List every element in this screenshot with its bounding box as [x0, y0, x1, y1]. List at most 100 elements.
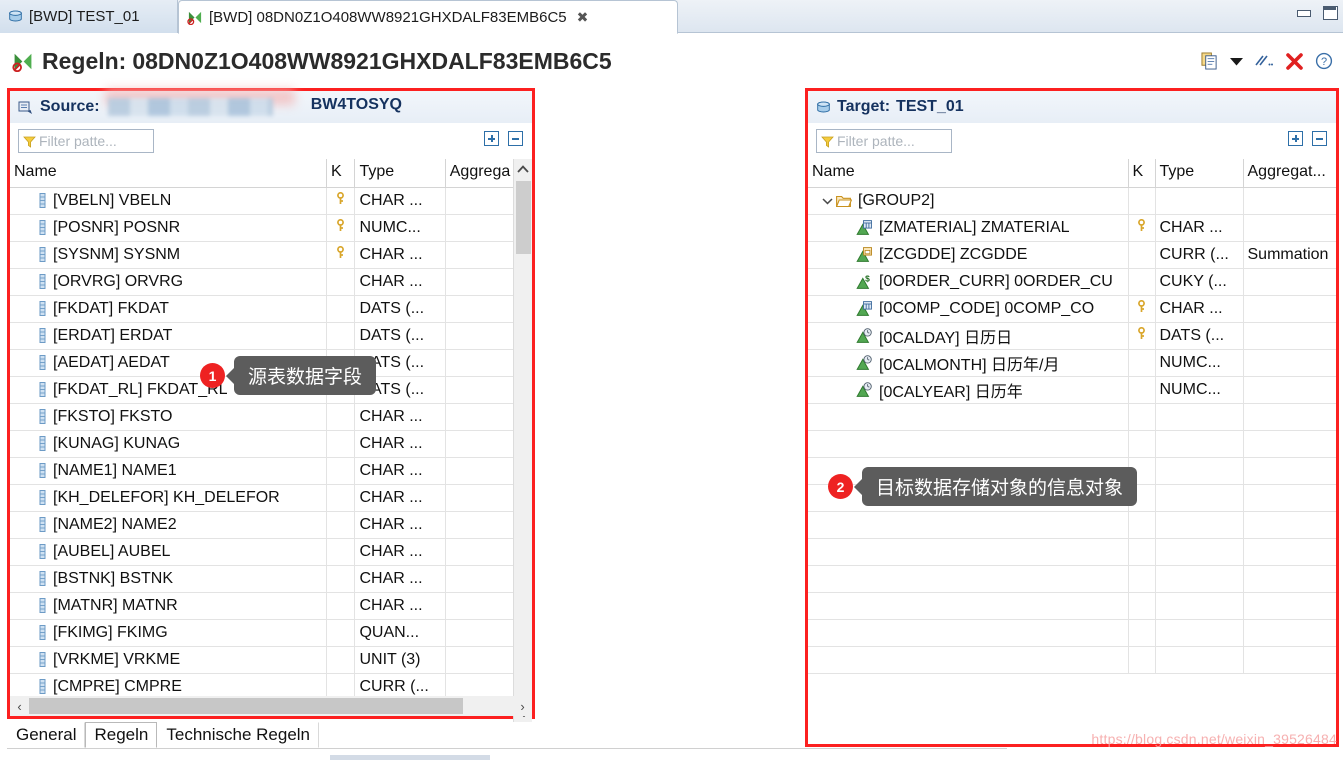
source-datasource-icon: [18, 100, 34, 115]
table-row[interactable]: [ZMATERIAL] ZMATERIALCHAR ...: [808, 214, 1336, 241]
cell-type: CHAR ...: [1155, 295, 1243, 322]
cell-key: [1128, 619, 1155, 646]
table-row[interactable]: [0COMP_CODE] 0COMP_COCHAR ...: [808, 295, 1336, 322]
dropdown-arrow-icon[interactable]: [1230, 57, 1243, 66]
tab-label: Regeln: [94, 725, 148, 745]
cell-type: [1155, 565, 1243, 592]
cell-type: NUMC...: [355, 214, 445, 241]
minimize-icon[interactable]: [1295, 4, 1311, 20]
source-filter-input[interactable]: Filter patte...: [18, 129, 154, 153]
expand-all-icon[interactable]: [1288, 131, 1303, 146]
table-row[interactable]: [0CALDAY] 日历日DATS (...: [808, 322, 1336, 349]
help-icon[interactable]: ?: [1315, 52, 1333, 70]
cell-type: CURR (...: [1155, 241, 1243, 268]
tab-close-icon[interactable]: ✖: [577, 10, 589, 24]
cell-type: CHAR ...: [355, 484, 445, 511]
scroll-right-icon[interactable]: ›: [513, 699, 532, 714]
rule-lines-icon[interactable]: [1255, 54, 1274, 68]
cell-type: CHAR ...: [355, 457, 445, 484]
col-header-aggregation[interactable]: Aggregat...: [1243, 159, 1336, 187]
cell-aggregation: [1243, 511, 1336, 538]
cell-key: [1128, 511, 1155, 538]
page-title-label: Regeln:: [42, 48, 126, 75]
source-filter-row: Filter patte...: [10, 123, 532, 159]
cell-key: [1128, 403, 1155, 430]
col-header-key[interactable]: K: [1128, 159, 1155, 187]
table-row[interactable]: [POSNR] POSNRNUMC...: [10, 214, 532, 241]
tab-technische-regeln[interactable]: Technische Regeln: [157, 722, 319, 748]
table-row[interactable]: [FKIMG] FKIMGQUAN...: [10, 619, 532, 646]
table-row[interactable]: [VBELN] VBELNCHAR ...: [10, 187, 532, 214]
table-row[interactable]: $[0ORDER_CURR] 0ORDER_CUCUKY (...: [808, 268, 1336, 295]
source-vertical-scrollbar[interactable]: [513, 159, 532, 722]
collapse-all-icon[interactable]: [1312, 131, 1327, 146]
key-icon: [334, 246, 347, 259]
table-row[interactable]: [0CALYEAR] 日历年NUMC...: [808, 376, 1336, 403]
table-row[interactable]: [KUNAG] KUNAGCHAR ...: [10, 430, 532, 457]
cell-aggregation: [1243, 646, 1336, 673]
cell-key: [327, 241, 355, 268]
field-icon: [38, 274, 47, 289]
tab-bwd-test-01[interactable]: [BWD] TEST_01: [0, 0, 178, 33]
tab-label: [BWD] TEST_01: [29, 8, 140, 25]
cell-type: [1155, 430, 1243, 457]
cell-aggregation: [1243, 592, 1336, 619]
source-connection-name: BW4TOSYQ: [311, 96, 402, 114]
table-row[interactable]: [NAME1] NAME1CHAR ...: [10, 457, 532, 484]
target-filter-input[interactable]: Filter patte...: [816, 129, 952, 153]
col-header-type[interactable]: Type: [355, 159, 445, 187]
cell-name: [0CALMONTH] 日历年/月: [808, 349, 1128, 376]
cell-type: NUMC...: [1155, 376, 1243, 403]
col-header-type[interactable]: Type: [1155, 159, 1243, 187]
cell-aggregation: [1243, 430, 1336, 457]
cell-type: CHAR ...: [355, 268, 445, 295]
scroll-thumb[interactable]: [516, 181, 531, 254]
table-row[interactable]: [FKSTO] FKSTOCHAR ...: [10, 403, 532, 430]
hscroll-thumb[interactable]: [29, 698, 463, 714]
empty-row: [808, 619, 1336, 646]
cell-type: DATS (...: [355, 295, 445, 322]
cell-name: [808, 565, 1128, 592]
group-row[interactable]: [GROUP2]: [808, 187, 1336, 214]
table-row[interactable]: [AUBEL] AUBELCHAR ...: [10, 538, 532, 565]
source-horizontal-scrollbar[interactable]: ‹ ›: [10, 696, 532, 716]
transformation-icon: [187, 10, 203, 25]
cell-key: [327, 430, 355, 457]
copy-rules-icon[interactable]: [1201, 52, 1218, 70]
col-header-name[interactable]: Name: [808, 159, 1128, 187]
col-header-key[interactable]: K: [327, 159, 355, 187]
table-row[interactable]: [MATNR] MATNRCHAR ...: [10, 592, 532, 619]
table-row[interactable]: [FKDAT] FKDATDATS (...: [10, 295, 532, 322]
delete-icon[interactable]: [1286, 53, 1303, 70]
cell-name: [808, 430, 1128, 457]
collapse-all-icon[interactable]: [508, 131, 523, 146]
folder-icon: [836, 194, 852, 208]
tab-general[interactable]: General: [7, 722, 85, 748]
table-row[interactable]: [NAME2] NAME2CHAR ...: [10, 511, 532, 538]
scroll-left-icon[interactable]: ‹: [10, 699, 29, 714]
field-icon: [38, 301, 47, 316]
col-header-name[interactable]: Name: [10, 159, 327, 187]
cell-aggregation: [1243, 619, 1336, 646]
cell-name: [VRKME] VRKME: [10, 646, 327, 673]
target-panel: Target: TEST_01 Filter patte...: [805, 88, 1339, 747]
editor-page-tabs: General Regeln Technische Regeln: [7, 722, 319, 748]
tab-bwd-transformation[interactable]: [BWD] 08DN0Z1O408WW8921GHXDALF83EMB6C5 ✖: [178, 0, 678, 34]
expand-twisty-icon[interactable]: [820, 197, 834, 205]
table-row[interactable]: [0CALMONTH] 日历年/月NUMC...: [808, 349, 1336, 376]
field-name: [BSTNK] BSTNK: [53, 570, 173, 588]
table-row[interactable]: [VRKME] VRKMEUNIT (3): [10, 646, 532, 673]
scroll-up-icon[interactable]: [514, 159, 532, 178]
table-row[interactable]: [BSTNK] BSTNK CHAR ...: [10, 565, 532, 592]
table-row[interactable]: [KH_DELEFOR] KH_DELEFORCHAR ...: [10, 484, 532, 511]
cell-aggregation: [1243, 214, 1336, 241]
maximize-icon[interactable]: [1321, 4, 1337, 20]
cell-type: [1155, 484, 1243, 511]
cell-type: CHAR ...: [355, 565, 445, 592]
expand-all-icon[interactable]: [484, 131, 499, 146]
table-row[interactable]: [SYSNM] SYSNMCHAR ...: [10, 241, 532, 268]
tab-regeln[interactable]: Regeln: [85, 722, 157, 748]
table-row[interactable]: [ERDAT] ERDATDATS (...: [10, 322, 532, 349]
table-row[interactable]: [ORVRG] ORVRGCHAR ...: [10, 268, 532, 295]
table-row[interactable]: [ZCGDDE] ZCGDDECURR (...Summation: [808, 241, 1336, 268]
